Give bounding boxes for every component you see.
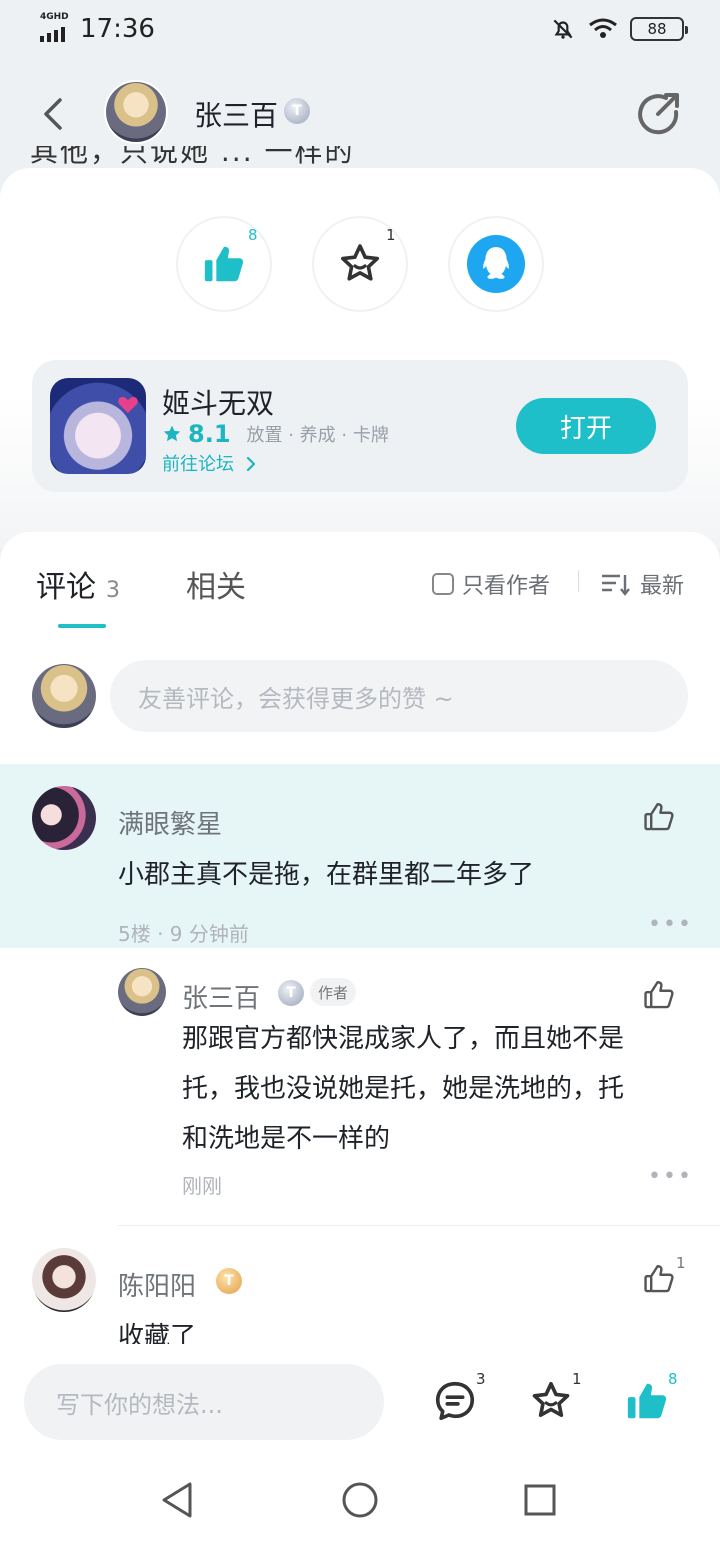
only-author-filter[interactable]: 只看作者 — [432, 568, 550, 600]
mute-bell-icon — [553, 19, 573, 39]
star-icon — [341, 244, 379, 281]
heart-icon — [118, 397, 138, 413]
author-tag: 作者 — [310, 978, 357, 1006]
reply-text: 那跟官方都快混成家人了，而且她不是 托，我也没说她是托，她是洗地的，托 和洗地是… — [182, 1014, 624, 1164]
reply-text-line: 托，我也没说她是托，她是洗地的，托 — [182, 1074, 625, 1104]
comment-author[interactable]: 陈阳阳 — [118, 1266, 196, 1303]
wifi-icon — [589, 18, 617, 38]
qq-icon — [467, 235, 525, 293]
post-text-tail: 其他，只说她 ... 一样的 — [30, 146, 355, 168]
bottom-like-count: 8 — [668, 1370, 678, 1388]
star-icon[interactable] — [528, 1378, 574, 1424]
chevron-right-icon — [246, 456, 255, 472]
rating-value: 8.1 — [188, 420, 231, 448]
only-author-label: 只看作者 — [462, 574, 551, 599]
thumbs-up-icon[interactable] — [642, 1262, 676, 1296]
thumbs-up-icon[interactable] — [642, 800, 676, 834]
reply-meta: 刚刚 — [182, 1174, 222, 1198]
open-game-button[interactable]: 打开 — [516, 398, 656, 454]
my-avatar — [32, 664, 96, 728]
sort-label: 最新 — [640, 574, 685, 599]
thumbs-up-icon[interactable] — [642, 978, 676, 1012]
level-badge: T — [278, 980, 304, 1006]
system-nav-bar — [0, 1454, 720, 1544]
comment-like-count: 1 — [676, 1254, 686, 1272]
like-post-button[interactable]: 8 — [176, 216, 272, 312]
tab-related[interactable]: 相关 — [186, 562, 246, 606]
reply-text-line: 那跟官方都快混成家人了，而且她不是 — [182, 1024, 625, 1054]
divider — [118, 1225, 720, 1226]
bottom-action-bar: 写下你的想法... 3 1 8 — [0, 1344, 720, 1454]
game-card[interactable]: 姬斗无双 8.1 放置 · 养成 · 卡牌 前往论坛 打开 — [32, 360, 688, 492]
back-icon[interactable] — [36, 94, 76, 134]
status-time: 17:36 — [80, 14, 155, 44]
filter-divider — [578, 570, 579, 592]
only-author-checkbox[interactable] — [432, 573, 454, 595]
reply-author[interactable]: 张三百 — [182, 978, 260, 1015]
signal-icon: 4GHD — [38, 12, 70, 42]
nav-home-icon[interactable] — [340, 1480, 380, 1520]
comment-avatar[interactable] — [32, 786, 96, 850]
more-icon[interactable]: ••• — [648, 1164, 693, 1189]
favorite-count: 1 — [386, 226, 396, 244]
like-count: 8 — [248, 226, 258, 244]
game-rating: 8.1 放置 · 养成 · 卡牌 — [162, 420, 389, 448]
network-type: 4GHD — [40, 12, 69, 22]
author-avatar[interactable] — [104, 80, 168, 144]
share-icon[interactable] — [636, 90, 682, 136]
nav-back-icon[interactable] — [158, 1480, 198, 1520]
favorite-post-button[interactable]: 1 — [312, 216, 408, 312]
comment-icon[interactable] — [432, 1378, 478, 1424]
sort-button[interactable]: 最新 — [600, 568, 684, 600]
bottom-comment-count: 3 — [476, 1370, 486, 1388]
more-icon[interactable]: ••• — [648, 912, 693, 937]
forum-link-label: 前往论坛 — [162, 454, 234, 475]
battery-indicator: 88 — [630, 17, 688, 41]
share-qq-button[interactable] — [448, 216, 544, 312]
reply-avatar[interactable] — [118, 968, 166, 1016]
comment-input[interactable]: 友善评论，会获得更多的赞 ~ — [110, 660, 688, 732]
tab-comments[interactable]: 评论 3 — [36, 562, 120, 606]
comment-text: 小郡主真不是拖，在群里都二年多了 — [118, 860, 535, 890]
author-name[interactable]: 张三百 — [194, 94, 278, 134]
comments-section: 评论 3 相关 只看作者 最新 友善评论，会获得更多的赞 ~ 满眼繁星 小郡主真不… — [0, 532, 720, 1352]
thumbs-up-icon — [204, 246, 244, 282]
tab-comments-label: 评论 — [36, 570, 96, 605]
game-title[interactable]: 姬斗无双 — [162, 382, 274, 422]
level-badge: T — [216, 1268, 242, 1294]
tab-comments-count: 3 — [106, 578, 120, 603]
forum-link[interactable]: 前往论坛 — [162, 450, 258, 476]
active-tab-indicator — [58, 624, 106, 628]
level-badge: T — [284, 98, 310, 124]
battery-level: 88 — [647, 20, 667, 38]
thumbs-up-icon[interactable] — [624, 1378, 670, 1424]
game-tags: 放置 · 养成 · 卡牌 — [246, 425, 389, 446]
rating-star-icon — [163, 425, 181, 442]
game-icon[interactable] — [50, 378, 146, 474]
reply-text-line: 和洗地是不一样的 — [182, 1124, 391, 1154]
status-bar: 4GHD 17:36 88 — [0, 0, 720, 58]
comment-meta: 5楼 · 9 分钟前 — [118, 922, 249, 946]
comment-avatar[interactable] — [32, 1248, 96, 1312]
bottom-favorite-count: 1 — [572, 1370, 582, 1388]
sort-icon — [602, 574, 630, 596]
nav-recents-icon[interactable] — [520, 1480, 560, 1520]
comment-author[interactable]: 满眼繁星 — [118, 804, 222, 841]
reply-input[interactable]: 写下你的想法... — [24, 1364, 384, 1440]
